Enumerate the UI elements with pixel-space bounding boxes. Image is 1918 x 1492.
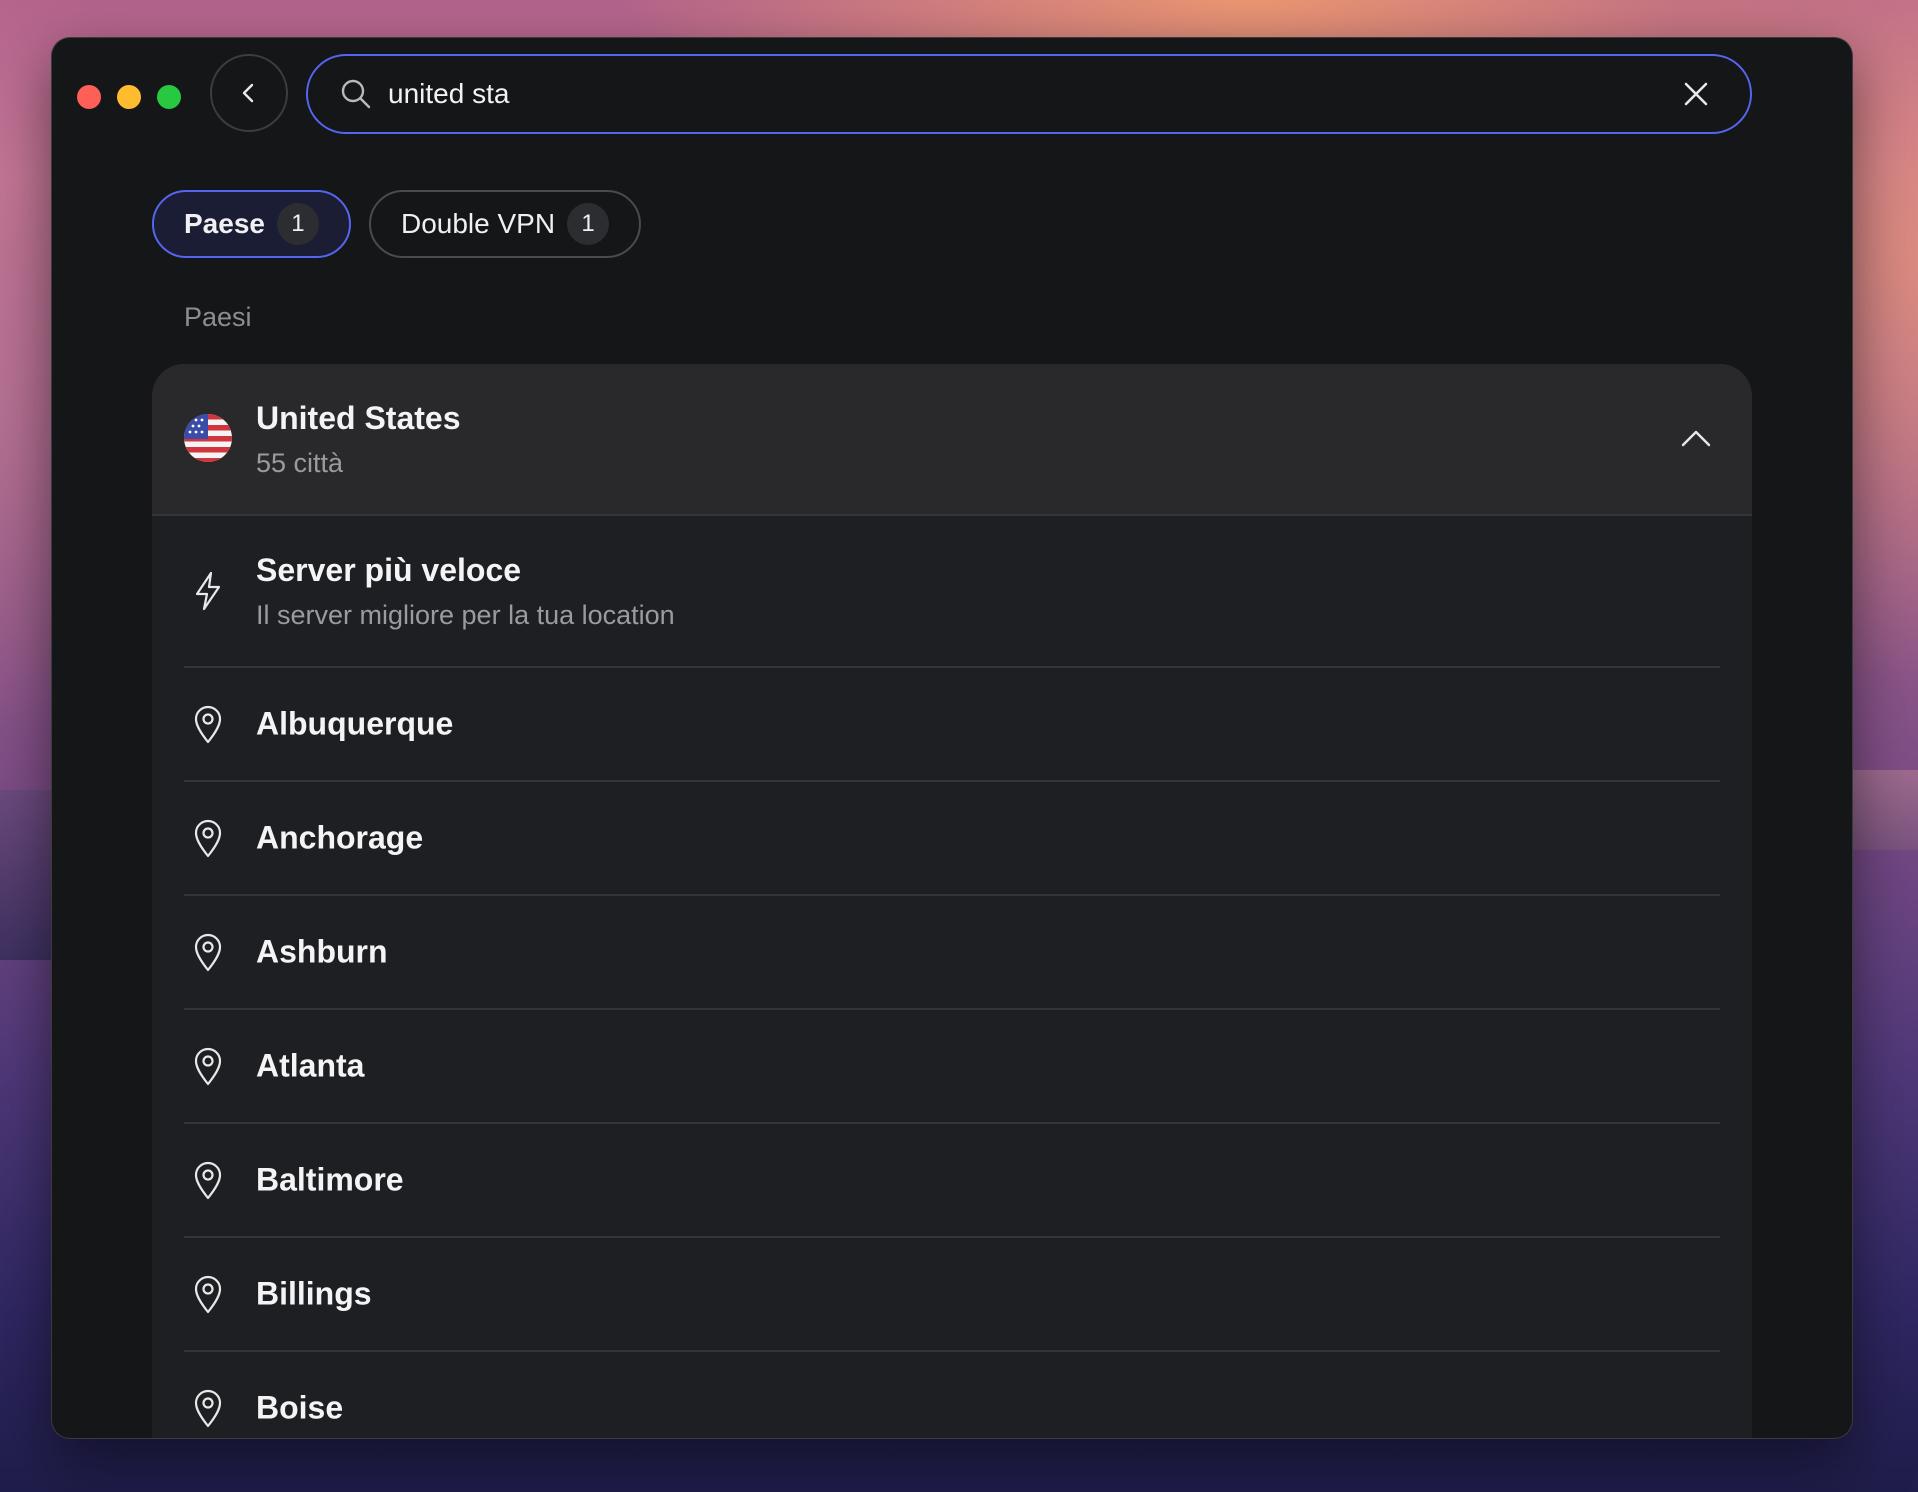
city-name: Atlanta (256, 1047, 365, 1084)
back-button[interactable] (210, 54, 288, 132)
city-row[interactable]: Ashburn (184, 896, 1720, 1010)
location-pin-icon (190, 1045, 226, 1087)
location-pin-icon (190, 1273, 226, 1315)
location-pin-icon (190, 1387, 226, 1429)
city-name: Anchorage (256, 819, 424, 856)
us-flag-icon (184, 414, 232, 462)
search-icon (340, 78, 372, 110)
window-close-button[interactable] (77, 85, 101, 109)
app-window: Paese 1 Double VPN 1 Paesi (52, 38, 1852, 1438)
lightning-icon (190, 570, 226, 612)
collapse-button[interactable] (1668, 410, 1724, 466)
location-pin-icon (190, 703, 226, 745)
city-row[interactable]: Baltimore (184, 1124, 1720, 1238)
city-row[interactable]: Albuquerque (184, 668, 1720, 782)
filter-chip-count: 1 (276, 203, 319, 245)
country-row-united-states[interactable]: United States 55 città (152, 364, 1752, 516)
location-pin-icon (190, 1159, 226, 1201)
chevron-left-icon (242, 83, 254, 103)
results-list[interactable]: United States 55 città Server più veloce… (152, 364, 1752, 1438)
search-bar[interactable] (306, 54, 1752, 134)
filter-chip-double-vpn[interactable]: Double VPN 1 (368, 190, 642, 258)
country-name: United States (256, 400, 461, 436)
city-row[interactable]: Billings (184, 1238, 1720, 1352)
city-name: Boise (256, 1389, 344, 1426)
chevron-up-icon (1681, 430, 1711, 447)
section-title: Paesi (184, 302, 252, 332)
wallpaper-building (0, 790, 52, 960)
city-row[interactable]: Atlanta (184, 1010, 1720, 1124)
fastest-server-title: Server più veloce (256, 552, 522, 588)
city-name: Billings (256, 1275, 372, 1312)
location-pin-icon (190, 817, 226, 859)
window-maximize-button[interactable] (157, 85, 181, 109)
close-icon (1684, 82, 1708, 106)
filter-chips: Paese 1 Double VPN 1 (152, 190, 642, 258)
city-name: Ashburn (256, 933, 388, 970)
filter-chip-country[interactable]: Paese 1 (152, 190, 351, 258)
clear-search-button[interactable] (1666, 64, 1726, 124)
city-name: Albuquerque (256, 705, 454, 742)
city-name: Baltimore (256, 1161, 404, 1198)
search-input[interactable] (386, 63, 1666, 125)
fastest-server-row[interactable]: Server più veloce Il server migliore per… (184, 516, 1720, 668)
filter-chip-label: Paese (184, 208, 265, 239)
wallpaper-building (1852, 770, 1918, 850)
filter-chip-label: Double VPN (400, 208, 556, 239)
city-row[interactable]: Anchorage (184, 782, 1720, 896)
filter-chip-count: 1 (567, 203, 610, 245)
window-minimize-button[interactable] (117, 85, 141, 109)
location-pin-icon (190, 931, 226, 973)
city-row[interactable]: Boise (184, 1352, 1720, 1438)
fastest-server-subtitle: Il server migliore per la tua location (256, 600, 675, 630)
country-city-count: 55 città (256, 448, 344, 478)
